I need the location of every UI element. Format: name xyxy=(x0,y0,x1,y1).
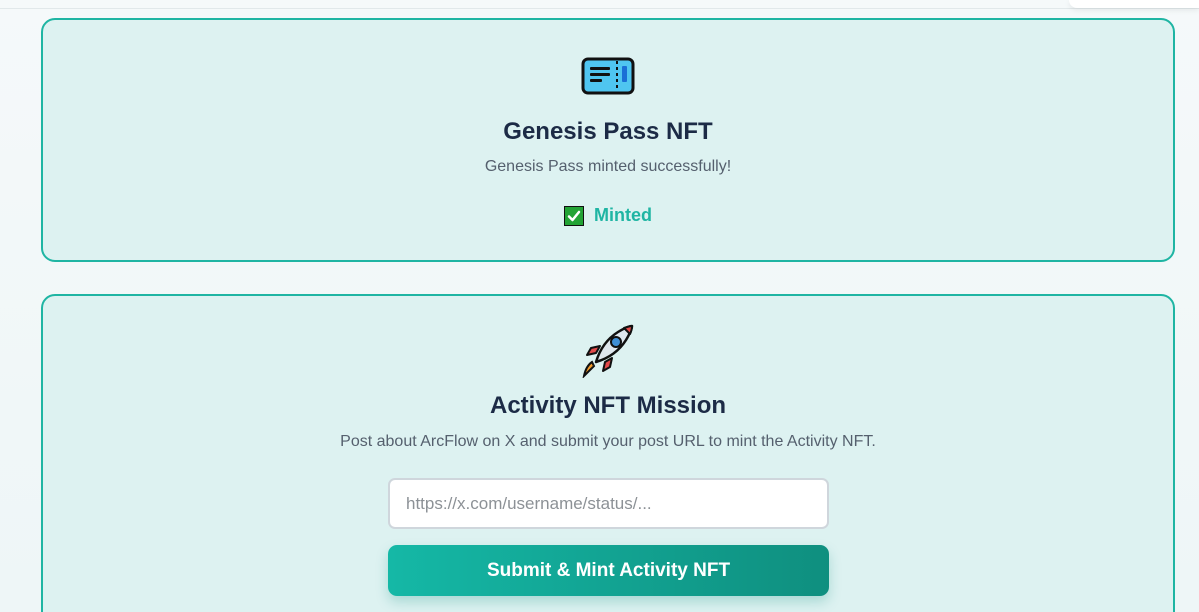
submit-mint-activity-nft-button[interactable]: Submit & Mint Activity NFT xyxy=(388,545,829,596)
genesis-pass-card: Genesis Pass NFT Genesis Pass minted suc… xyxy=(41,18,1175,262)
minted-status-label: Minted xyxy=(594,205,652,225)
top-right-panel-edge xyxy=(1069,0,1199,8)
activity-nft-description: Post about ArcFlow on X and submit your … xyxy=(340,433,876,450)
ticket-icon xyxy=(580,50,636,106)
activity-nft-mission-card: Activity NFT Mission Post about ArcFlow … xyxy=(41,294,1175,612)
check-mark-icon xyxy=(564,205,584,226)
genesis-pass-title: Genesis Pass NFT xyxy=(503,118,713,145)
top-divider xyxy=(0,8,1199,9)
post-url-input[interactable] xyxy=(388,478,829,529)
activity-nft-title: Activity NFT Mission xyxy=(489,392,727,419)
genesis-pass-description: Genesis Pass minted successfully! xyxy=(484,158,732,175)
minted-status: Minted xyxy=(43,205,1173,226)
rocket-icon xyxy=(580,322,636,380)
